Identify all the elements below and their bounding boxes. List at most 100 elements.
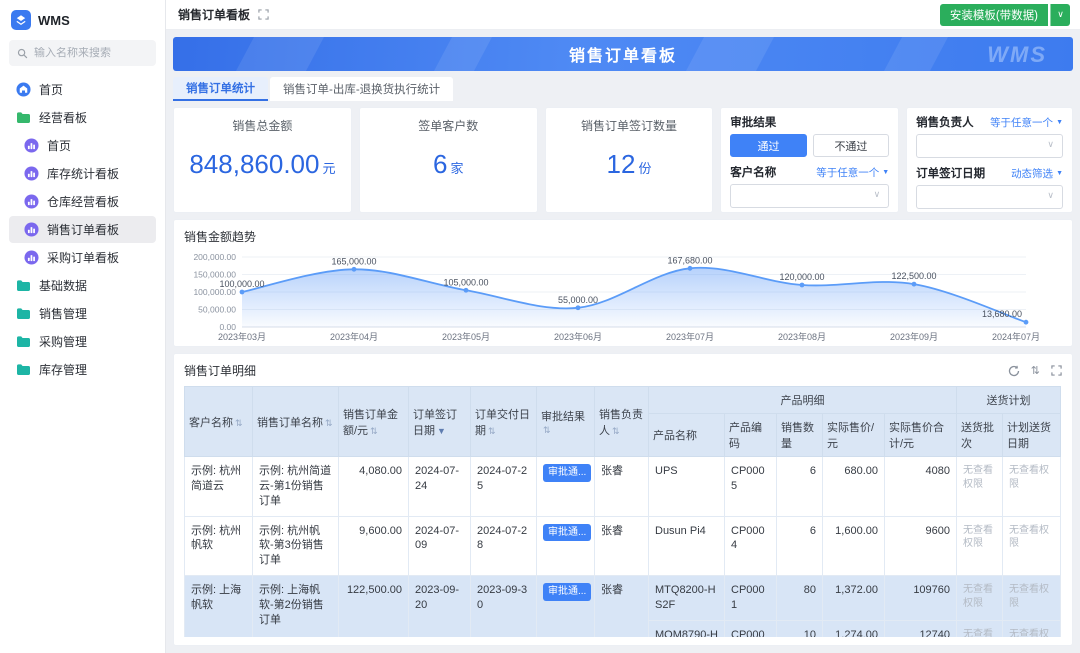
sidebar-search[interactable]: [9, 40, 156, 66]
column-header-订单签订日期[interactable]: 订单签订日期 ▼: [408, 386, 471, 457]
cell-order-name: 示例: 杭州简道云-第1份销售订单: [252, 456, 339, 517]
tab-outbound-return-stats[interactable]: 销售订单-出库-退换货执行统计: [270, 77, 454, 101]
sidebar-folder-label: 库存管理: [39, 363, 88, 377]
svg-text:2023年04月: 2023年04月: [330, 331, 378, 342]
column-header-客户名称[interactable]: 客户名称 ⇅: [184, 386, 253, 457]
filter-approval-fail-button[interactable]: 不通过: [812, 134, 890, 157]
sort-icon[interactable]: ⇅: [235, 418, 243, 428]
column-header-销售订单名称[interactable]: 销售订单名称 ⇅: [252, 386, 339, 457]
sidebar-folder-label: 采购管理: [39, 335, 88, 349]
install-template-dropdown[interactable]: ∨: [1050, 3, 1070, 26]
table-row[interactable]: 示例: 上海帆软 示例: 上海帆软-第2份销售订单 122,500.00 2023-0…: [184, 575, 1062, 637]
sidebar-item-label: 采购订单看板: [47, 251, 120, 265]
sidebar-item-label: 首页: [47, 139, 72, 153]
cell-price: 1,372.00: [822, 575, 885, 621]
cell-price-total: 109760: [883, 575, 958, 621]
filter-approval-pass-button[interactable]: 通过: [730, 134, 807, 157]
svg-text:2023年03月: 2023年03月: [218, 331, 266, 342]
dashboard-icon: [24, 166, 39, 181]
sidebar-folder-label: 基础数据: [39, 279, 88, 293]
column-header-销售订单金额/元[interactable]: 销售订单金额/元 ⇅: [338, 386, 409, 457]
filter-sales-person-operator[interactable]: 等于任意一个 ▼: [990, 115, 1063, 130]
sidebar-folder-库存管理[interactable]: 库存管理: [9, 356, 156, 383]
cell-qty: 6: [776, 515, 823, 577]
column-header-产品编码[interactable]: 产品编码: [724, 413, 777, 457]
folder-icon: [16, 307, 31, 320]
fullscreen-icon[interactable]: [258, 9, 269, 20]
banner-watermark: WMS: [987, 42, 1047, 67]
column-header-审批结果[interactable]: 审批结果⇅: [536, 386, 595, 457]
sort-icon[interactable]: ⇅: [325, 418, 333, 428]
home-icon: [16, 82, 31, 97]
cell-product-name: UPS: [648, 456, 725, 517]
filter-customer-operator[interactable]: 等于任意一个 ▼: [816, 165, 889, 180]
column-header-实际售价合计/元[interactable]: 实际售价合计/元: [883, 413, 958, 457]
sidebar-folder-销售管理[interactable]: 销售管理: [9, 300, 156, 327]
column-header-订单交付日期[interactable]: 订单交付日期 ⇅: [470, 386, 537, 457]
sidebar-item-label: 销售订单看板: [47, 223, 120, 237]
sort-icon[interactable]: ⇅: [1031, 364, 1040, 377]
sort-icon[interactable]: ⇅: [612, 426, 620, 436]
table-row[interactable]: 示例: 杭州简道云 示例: 杭州简道云-第1份销售订单 4,080.00 2024-0…: [184, 456, 1062, 517]
sidebar-search-input[interactable]: [34, 47, 148, 59]
sidebar-item-首页[interactable]: 首页: [9, 132, 156, 159]
cell-price-total: 9600: [883, 515, 958, 577]
dashboard-icon: [24, 194, 39, 209]
sidebar-item-仓库经营看板[interactable]: 仓库经营看板: [9, 188, 156, 215]
sidebar-item-销售订单看板[interactable]: 销售订单看板: [9, 216, 156, 243]
tab-sales-order-stats[interactable]: 销售订单统计: [173, 77, 268, 101]
filter-sign-date-select[interactable]: ∨: [916, 185, 1063, 209]
cell-sign-date: 2024-07-24: [408, 456, 471, 517]
sidebar-item-采购订单看板[interactable]: 采购订单看板: [9, 244, 156, 271]
filter-sign-date-operator[interactable]: 动态筛选 ▼: [1011, 166, 1063, 181]
column-header-送货批次[interactable]: 送货批次: [956, 413, 1004, 457]
expand-icon[interactable]: [1051, 365, 1062, 376]
app-root: WMS 首页 经营看板首页库存统计看板仓库经营看板销售订单看板采购订单看板基础数…: [0, 0, 1080, 653]
column-header-销售数量[interactable]: 销售数量: [776, 413, 823, 457]
approval-badge: 审批通...: [543, 464, 592, 482]
chart-title: 销售金额趋势: [184, 230, 257, 244]
cell-price-total: 4080: [883, 456, 958, 517]
sort-icon[interactable]: ⇅: [543, 425, 551, 435]
sort-icon[interactable]: ▼: [437, 426, 446, 436]
cell-delivery-date: 2024-07-28: [470, 515, 537, 577]
sidebar-folder-采购管理[interactable]: 采购管理: [9, 328, 156, 355]
sidebar-item-库存统计看板[interactable]: 库存统计看板: [9, 160, 156, 187]
cell-approval: 审批通...: [536, 515, 595, 577]
svg-text:165,000.00: 165,000.00: [331, 256, 376, 266]
svg-text:2023年08月: 2023年08月: [778, 331, 826, 342]
column-header-实际售价/元[interactable]: 实际售价/元: [822, 413, 885, 457]
sidebar-folder-经营看板[interactable]: 经营看板: [9, 104, 156, 131]
delivery-group-header: 送货计划: [956, 386, 1062, 414]
column-header-销售负责人[interactable]: 销售负责人 ⇅: [594, 386, 649, 457]
sort-icon[interactable]: ⇅: [488, 426, 496, 436]
column-header-计划送货日期[interactable]: 计划送货日期: [1002, 413, 1062, 457]
filter-sales-person-select[interactable]: ∨: [916, 134, 1063, 158]
cell-amount: 122,500.00: [338, 575, 409, 637]
sort-icon[interactable]: ⇅: [370, 426, 378, 436]
cell-price: 1,600.00: [822, 515, 885, 577]
svg-text:0.00: 0.00: [219, 322, 236, 332]
cell-qty: 10: [776, 619, 823, 637]
banner-decoration: [225, 37, 335, 71]
chevron-down-icon: ∨: [873, 189, 881, 199]
table-row[interactable]: 示例: 杭州帆软 示例: 杭州帆软-第3份销售订单 9,600.00 2024-07-…: [184, 515, 1062, 577]
svg-text:2023年05月: 2023年05月: [442, 331, 490, 342]
filter-customer-select[interactable]: ∨: [730, 184, 890, 208]
install-template-button[interactable]: 安装模板(带数据): [939, 3, 1048, 26]
filter-sign-date: 订单签订日期 动态筛选 ▼ ∨: [916, 165, 1063, 209]
refresh-icon[interactable]: [1008, 365, 1020, 377]
svg-text:120,000.00: 120,000.00: [779, 272, 824, 282]
svg-text:55,000.00: 55,000.00: [558, 295, 598, 305]
sidebar-folder-基础数据[interactable]: 基础数据: [9, 272, 156, 299]
sidebar-item-home[interactable]: 首页: [9, 76, 156, 103]
filter-customer-name: 客户名称 等于任意一个 ▼ ∨: [730, 164, 890, 208]
column-header-产品名称[interactable]: 产品名称: [648, 413, 725, 457]
page-tab-title: 销售订单看板: [178, 8, 251, 22]
chevron-down-icon: ▼: [882, 168, 890, 176]
cell-approval: 审批通...: [536, 456, 595, 517]
svg-text:122,500.00: 122,500.00: [891, 271, 936, 281]
cell-product-name: Dusun Pi4: [648, 515, 725, 577]
folder-icon: [16, 279, 31, 292]
svg-text:2023年09月: 2023年09月: [890, 331, 938, 342]
